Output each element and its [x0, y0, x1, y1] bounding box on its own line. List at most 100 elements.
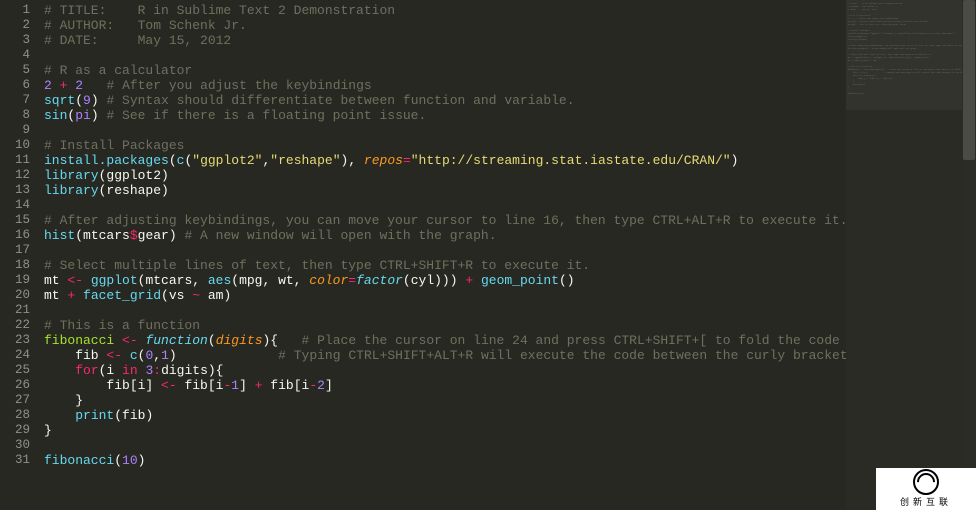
code-line[interactable]: library(ggplot2): [44, 168, 846, 183]
code-line[interactable]: # R as a calculator: [44, 63, 846, 78]
token: (mtcars,: [138, 273, 208, 288]
minimap[interactable]: # TITLE: R in Sublime Text 2 Demonstrati…: [846, 0, 976, 510]
token: (mpg, wt,: [231, 273, 309, 288]
token: "ggplot2": [192, 153, 262, 168]
code-line[interactable]: install.packages(c("ggplot2","reshape"),…: [44, 153, 846, 168]
code-line[interactable]: 2 + 2 # After you adjust the keybindings: [44, 78, 846, 93]
token: in: [122, 363, 138, 378]
code-line[interactable]: # Install Packages: [44, 138, 846, 153]
code-line[interactable]: hist(mtcars$gear) # A new window will op…: [44, 228, 846, 243]
token: }: [44, 423, 52, 438]
token: ,: [153, 348, 161, 363]
token: aes: [208, 273, 231, 288]
token: # Typing CTRL+SHIFT+ALT+R will execute t…: [278, 348, 846, 363]
code-line[interactable]: # After adjusting keybindings, you can m…: [44, 213, 846, 228]
code-line[interactable]: sqrt(9) # Syntax should differentiate be…: [44, 93, 846, 108]
line-number: 26: [6, 378, 30, 393]
line-number-gutter: 1234567891011121314151617181920212223242…: [0, 0, 38, 510]
token: [473, 273, 481, 288]
code-line[interactable]: }: [44, 423, 846, 438]
line-number: 27: [6, 393, 30, 408]
minimap-viewport[interactable]: [846, 0, 976, 110]
code-line[interactable]: for(i in 3:digits){: [44, 363, 846, 378]
code-area[interactable]: # TITLE: R in Sublime Text 2 Demonstrati…: [38, 0, 846, 510]
token: sin: [44, 108, 67, 123]
code-line[interactable]: fib <- c(0,1) # Typing CTRL+SHIFT+ALT+R …: [44, 348, 846, 363]
line-number: 24: [6, 348, 30, 363]
code-line[interactable]: # AUTHOR: Tom Schenk Jr.: [44, 18, 846, 33]
line-number: 16: [6, 228, 30, 243]
code-line[interactable]: # Select multiple lines of text, then ty…: [44, 258, 846, 273]
line-number: 22: [6, 318, 30, 333]
line-number: 2: [6, 18, 30, 33]
token: 2: [317, 378, 325, 393]
token: digits: [216, 333, 263, 348]
token: am): [200, 288, 231, 303]
code-line[interactable]: [44, 198, 846, 213]
code-line[interactable]: [44, 438, 846, 453]
token: :: [153, 363, 161, 378]
token: # After adjusting keybindings, you can m…: [44, 213, 846, 228]
line-number: 23: [6, 333, 30, 348]
scrollbar-thumb[interactable]: [963, 0, 975, 160]
token: fibonacci: [44, 453, 114, 468]
token: color: [309, 273, 348, 288]
line-number: 18: [6, 258, 30, 273]
code-line[interactable]: [44, 123, 846, 138]
code-line[interactable]: }: [44, 393, 846, 408]
code-line[interactable]: # This is a function: [44, 318, 846, 333]
token: pi: [75, 108, 91, 123]
token: [75, 288, 83, 303]
token: fib[i: [263, 378, 310, 393]
line-number: 14: [6, 198, 30, 213]
line-number: 3: [6, 33, 30, 48]
token: 1: [161, 348, 169, 363]
token: fib[i]: [44, 378, 161, 393]
token: (mtcars: [75, 228, 130, 243]
code-line[interactable]: mt <- ggplot(mtcars, aes(mpg, wt, color=…: [44, 273, 846, 288]
code-line[interactable]: fibonacci(10): [44, 453, 846, 468]
code-line[interactable]: sin(pi) # See if there is a floating poi…: [44, 108, 846, 123]
token: ): [91, 108, 107, 123]
token: <-: [161, 378, 177, 393]
token: print: [75, 408, 114, 423]
token: (: [208, 333, 216, 348]
token: +: [465, 273, 473, 288]
code-line[interactable]: [44, 243, 846, 258]
watermark: 创新互联: [876, 468, 976, 510]
code-line[interactable]: fibonacci <- function(digits){ # Place t…: [44, 333, 846, 348]
token: geom_point: [481, 273, 559, 288]
code-line[interactable]: fib[i] <- fib[i-1] + fib[i-2]: [44, 378, 846, 393]
code-line[interactable]: # TITLE: R in Sublime Text 2 Demonstrati…: [44, 3, 846, 18]
token: mt: [44, 288, 67, 303]
token: 9: [83, 93, 91, 108]
token: ): [731, 153, 739, 168]
token: # Select multiple lines of text, then ty…: [44, 258, 590, 273]
token: "reshape": [270, 153, 340, 168]
token: <-: [106, 348, 122, 363]
token: ): [169, 348, 278, 363]
line-number: 5: [6, 63, 30, 78]
code-line[interactable]: [44, 48, 846, 63]
token: (cyl))): [403, 273, 465, 288]
token: [122, 348, 130, 363]
token: ~: [192, 288, 200, 303]
token: "http://streaming.stat.iastate.edu/CRAN/…: [411, 153, 731, 168]
line-number: 21: [6, 303, 30, 318]
token: library: [44, 183, 99, 198]
token: 10: [122, 453, 138, 468]
token: +: [255, 378, 263, 393]
token: repos: [364, 153, 403, 168]
token: ]: [325, 378, 333, 393]
code-line[interactable]: print(fib): [44, 408, 846, 423]
token: # After you adjust the keybindings: [106, 78, 371, 93]
token: ): [91, 93, 107, 108]
token: sqrt: [44, 93, 75, 108]
token: [44, 363, 75, 378]
token: [83, 273, 91, 288]
code-line[interactable]: library(reshape): [44, 183, 846, 198]
vertical-scrollbar[interactable]: [962, 0, 976, 510]
code-line[interactable]: # DATE: May 15, 2012: [44, 33, 846, 48]
code-line[interactable]: [44, 303, 846, 318]
code-line[interactable]: mt + facet_grid(vs ~ am): [44, 288, 846, 303]
